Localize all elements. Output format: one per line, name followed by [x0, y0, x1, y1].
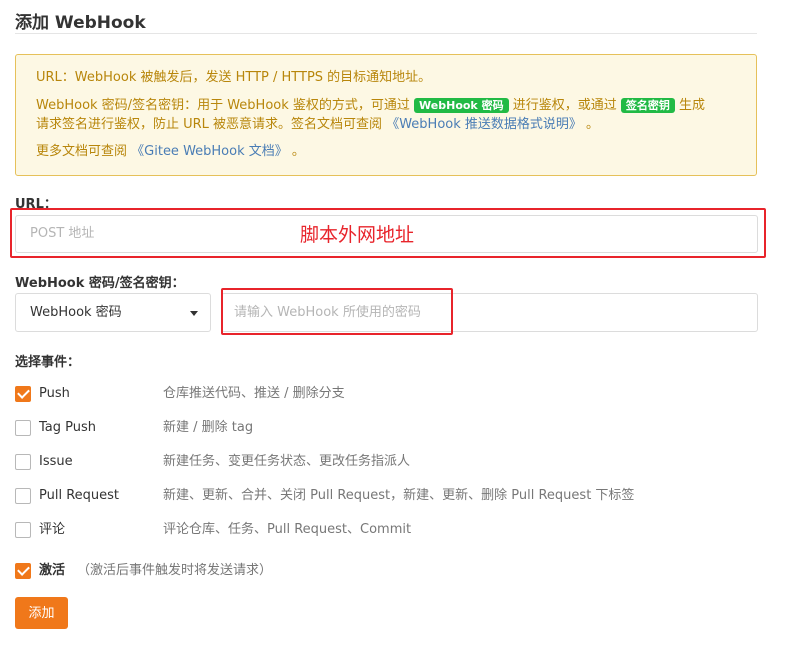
secret-type-select[interactable]: WebHook 密码: [15, 293, 211, 332]
signature-key-tag: 签名密钥: [620, 98, 675, 113]
event-row-pull-request: Pull Request 新建、更新、合并、关闭 Pull Request，新建…: [15, 488, 755, 506]
event-desc: 评论仓库、任务、Pull Request、Commit: [163, 522, 412, 537]
title-divider: [15, 33, 757, 34]
event-desc: 新建、更新、合并、关闭 Pull Request，新建、更新、删除 Pull R…: [163, 488, 635, 503]
notice-period: 。: [586, 117, 600, 132]
url-label: URL：: [15, 197, 57, 212]
activate-label: 激活: [39, 563, 66, 578]
push-checkbox[interactable]: [15, 386, 31, 402]
notice-signature-text: 请求签名进行鉴权，防止 URL 被恶意请求。签名文档可查阅: [36, 117, 383, 132]
event-row-comment: 评论 评论仓库、任务、Pull Request、Commit: [15, 522, 755, 540]
event-desc: 新建任务、变更任务状态、更改任务指派人: [163, 454, 411, 469]
gitee-webhook-doc-link[interactable]: 《Gitee WebHook 文档》: [131, 144, 288, 159]
tag-push-checkbox[interactable]: [15, 420, 31, 436]
add-button[interactable]: 添加: [15, 597, 68, 629]
activate-row: 激活 （激活后事件触发时将发送请求）: [15, 563, 755, 581]
comment-checkbox[interactable]: [15, 522, 31, 538]
page-title: 添加 WebHook: [15, 13, 146, 33]
event-name: Tag Push: [39, 420, 97, 435]
events-label: 选择事件：: [15, 355, 81, 370]
activate-hint: （激活后事件触发时将发送请求）: [77, 563, 273, 578]
activate-checkbox[interactable]: [15, 563, 31, 579]
event-row-push: Push 仓库推送代码、推送 / 删除分支: [15, 386, 755, 404]
event-desc: 仓库推送代码、推送 / 删除分支: [163, 386, 345, 401]
chevron-down-icon: [190, 311, 198, 316]
notice-docs-period: 。: [291, 144, 305, 159]
event-desc: 新建 / 删除 tag: [163, 420, 254, 435]
notice-secret-mid: 进行鉴权，或通过: [512, 98, 617, 113]
notice-line-secret: WebHook 密码/签名密钥：用于 WebHook 鉴权的方式，可通过 Web…: [36, 96, 736, 134]
secret-input[interactable]: 请输入 WebHook 所使用的密码: [221, 293, 758, 332]
notice-docs-text: 更多文档可查阅: [36, 144, 128, 159]
notice-secret-text: WebHook 密码/签名密钥：用于 WebHook 鉴权的方式，可通过: [36, 98, 410, 113]
event-name: 评论: [39, 522, 66, 537]
notice-url-text: URL：WebHook 被触发后，发送 HTTP / HTTPS 的目标通知地址…: [36, 70, 432, 85]
url-annotation: 脚本外网地址: [300, 224, 415, 246]
event-row-issue: Issue 新建任务、变更任务状态、更改任务指派人: [15, 454, 755, 472]
event-name: Issue: [39, 454, 73, 469]
secret-type-value: WebHook 密码: [30, 305, 122, 320]
notice-line-docs: 更多文档可查阅 《Gitee WebHook 文档》 。: [36, 142, 736, 161]
notice-secret-post: 生成: [679, 98, 706, 113]
event-name: Pull Request: [39, 488, 120, 503]
pull-request-checkbox[interactable]: [15, 488, 31, 504]
push-format-doc-link[interactable]: 《WebHook 推送数据格式说明》: [386, 117, 582, 132]
notice-line-url: URL：WebHook 被触发后，发送 HTTP / HTTPS 的目标通知地址…: [36, 68, 736, 87]
event-name: Push: [39, 386, 70, 401]
webhook-password-tag: WebHook 密码: [414, 98, 509, 113]
secret-label: WebHook 密码/签名密钥：: [15, 276, 185, 291]
event-row-tag-push: Tag Push 新建 / 删除 tag: [15, 420, 755, 438]
issue-checkbox[interactable]: [15, 454, 31, 470]
info-notice: URL：WebHook 被触发后，发送 HTTP / HTTPS 的目标通知地址…: [15, 54, 757, 176]
